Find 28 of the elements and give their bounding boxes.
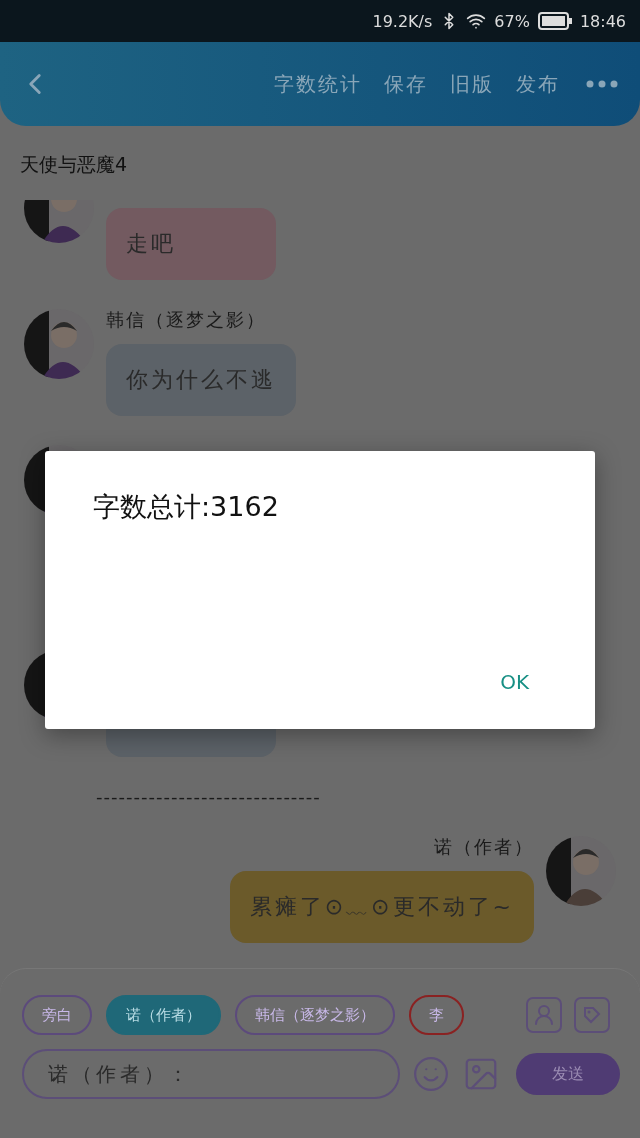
story-title: 天使与恶魔4 <box>20 153 128 175</box>
divider-text: ------------------------------ <box>95 786 322 807</box>
clock: 18:46 <box>579 11 626 31</box>
header-action[interactable]: 字数统计 <box>274 70 362 98</box>
message-bubble: 累瘫了⊙﹏⊙更不动了~ <box>229 871 534 943</box>
battery-percent: 67% <box>494 11 530 31</box>
person-icon[interactable] <box>526 997 562 1033</box>
more-icon[interactable] <box>586 80 618 88</box>
emoji-icon[interactable] <box>412 1055 450 1093</box>
wifi-icon <box>466 11 487 31</box>
header-action[interactable]: 发布 <box>516 70 560 98</box>
tag-icon[interactable] <box>574 997 610 1033</box>
ok-button[interactable]: OK <box>494 669 535 695</box>
dialog-message: 字数总计:3162 <box>93 490 280 524</box>
role-chip[interactable]: 韩信（逐梦之影） <box>235 995 395 1035</box>
header-action[interactable]: 保存 <box>384 70 428 98</box>
message-bubble: 走吧 <box>106 208 276 280</box>
speaker-name: 韩信（逐梦之影） <box>106 309 266 331</box>
header-action[interactable]: 旧版 <box>450 70 494 98</box>
role-chip[interactable]: 旁白 <box>22 995 92 1035</box>
message-bubble: 你为什么不逃 <box>106 344 296 416</box>
role-chip[interactable]: 李 <box>409 995 464 1035</box>
send-button[interactable]: 发送 <box>516 1053 620 1095</box>
speaker-name: 诺（作者） <box>434 836 534 858</box>
message-input[interactable]: 诺（作者）： <box>22 1049 400 1099</box>
battery-icon <box>537 12 572 30</box>
network-speed: 19.2K/s <box>372 11 433 31</box>
role-chip[interactable]: 诺（作者） <box>106 995 221 1035</box>
